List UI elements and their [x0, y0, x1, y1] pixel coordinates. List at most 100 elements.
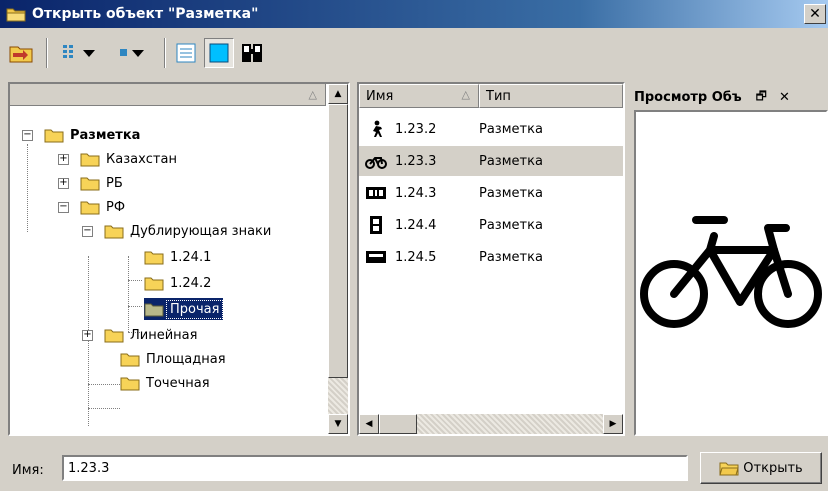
tree-item-kazakhstan[interactable]: Казахстан: [80, 148, 177, 170]
list-item-name: 1.24.3: [395, 185, 437, 201]
sign-1-24-3-icon: [366, 187, 386, 199]
restore-icon[interactable]: 🗗: [756, 87, 767, 108]
folder-icon: [144, 277, 164, 291]
name-label: Имя:: [12, 463, 44, 478]
expand-toggle[interactable]: +: [58, 154, 69, 165]
scroll-left-button[interactable]: ◀: [359, 414, 379, 434]
collapse-toggle[interactable]: −: [82, 226, 93, 237]
list-item[interactable]: 1.23.2 Разметка: [359, 114, 623, 144]
tree-item-1-24-1[interactable]: 1.24.1: [144, 246, 211, 268]
tree-header[interactable]: △: [10, 84, 326, 106]
list-view-button[interactable]: [172, 38, 200, 68]
tree-connector: [128, 256, 129, 332]
list-item[interactable]: 1.24.3 Разметка: [359, 178, 623, 208]
list-item-type: Разметка: [479, 185, 543, 201]
tree-item-label: Разметка: [70, 127, 141, 143]
folder-tree[interactable]: △ ▲ ▼ − Разметка + Казахстан + РБ − РФ −…: [8, 82, 350, 436]
close-button[interactable]: ✕: [804, 4, 826, 24]
tree-item-rb[interactable]: РБ: [80, 172, 123, 194]
folder-icon: [120, 353, 140, 367]
scroll-up-button[interactable]: ▲: [328, 84, 348, 104]
list-item-type: Разметка: [479, 217, 543, 233]
tree-connector: [88, 256, 89, 426]
tree-item-lineynaya[interactable]: Линейная: [104, 324, 197, 346]
open-button-label: Открыть: [743, 460, 803, 476]
tree-item-label: Казахстан: [106, 151, 177, 167]
tree-item-label: 1.24.2: [170, 275, 212, 291]
preview-toggle-button[interactable]: [204, 38, 234, 68]
tree-item-dubliruyuschaya[interactable]: Дублирующая знаки: [104, 220, 271, 242]
folder-icon: [80, 153, 100, 167]
title-bar: Открыть объект "Разметка" ✕: [0, 0, 828, 28]
collapse-toggle[interactable]: −: [22, 130, 33, 141]
collapse-toggle[interactable]: −: [58, 202, 69, 213]
column-header-label: Имя: [366, 88, 394, 104]
small-icon-icon: [120, 49, 127, 56]
preview-title: Просмотр Объ: [634, 89, 742, 105]
tree-item-tochechnaya[interactable]: Точечная: [120, 372, 210, 394]
preview-pane: [634, 110, 828, 436]
folder-icon: [6, 6, 26, 22]
close-icon[interactable]: ✕: [779, 90, 790, 105]
expand-toggle[interactable]: +: [58, 178, 69, 189]
column-header-name[interactable]: Имя △: [359, 84, 479, 108]
folder-icon: [104, 329, 124, 343]
window-title: Открыть объект "Разметка": [32, 6, 259, 22]
tree-connector: [27, 144, 28, 232]
tree-item-label: Точечная: [146, 375, 210, 391]
up-folder-button[interactable]: [6, 38, 36, 68]
tree-vertical-scrollbar[interactable]: ▲ ▼: [328, 84, 348, 434]
preview-pane-icon: [209, 43, 229, 63]
tree-item-1-24-2[interactable]: 1.24.2: [144, 272, 211, 294]
expand-toggle[interactable]: +: [82, 330, 93, 341]
name-field[interactable]: [62, 455, 688, 481]
list-item[interactable]: 1.24.5 Разметка: [359, 242, 623, 272]
toolbar-separator: [46, 38, 48, 68]
column-header-label: Тип: [486, 88, 511, 104]
tree-item-label: РФ: [106, 199, 126, 215]
list-item-type: Разметка: [479, 121, 543, 137]
tree-item-razmetka[interactable]: Разметка: [44, 124, 140, 146]
toolbar: [0, 30, 828, 76]
open-button[interactable]: Открыть: [700, 452, 822, 484]
view-mode-button[interactable]: [54, 38, 104, 68]
tree-item-ploschadnaya[interactable]: Площадная: [120, 348, 226, 370]
tree-item-label: Площадная: [146, 351, 226, 367]
icon-size-button[interactable]: [108, 38, 154, 68]
scroll-down-button[interactable]: ▼: [328, 414, 348, 434]
column-header-type[interactable]: Тип: [479, 84, 623, 108]
folder-icon: [80, 201, 100, 215]
scroll-thumb[interactable]: [379, 414, 417, 434]
scroll-right-button[interactable]: ▶: [603, 414, 623, 434]
list-item-type: Разметка: [479, 249, 543, 265]
object-list[interactable]: Имя △ Тип 1.23.2 Разметка 1.23.3 Разметк…: [357, 82, 625, 436]
arrow-down-icon: ▼: [334, 419, 342, 429]
list-item-name: 1.24.5: [395, 249, 437, 265]
list-item-name: 1.23.2: [395, 121, 437, 137]
find-button[interactable]: [238, 38, 266, 68]
text-list-icon: [176, 43, 196, 63]
folder-icon: [144, 251, 164, 265]
sign-1-24-5-icon: [366, 251, 386, 263]
list-header: Имя △ Тип: [359, 84, 623, 108]
folder-icon: [44, 129, 64, 143]
bicycle-icon: [365, 157, 387, 169]
folder-icon: [120, 377, 140, 391]
chevron-down-icon: [132, 50, 144, 57]
list-item[interactable]: 1.24.4 Разметка: [359, 210, 623, 240]
chevron-down-icon: [83, 50, 95, 57]
tree-connector: [128, 280, 142, 281]
toolbar-separator: [164, 38, 166, 68]
tree-item-label: Линейная: [130, 327, 198, 343]
binoculars-icon: [242, 44, 262, 62]
tree-item-rf[interactable]: РФ: [80, 196, 125, 218]
tree-item-label: Прочая: [166, 299, 224, 319]
arrow-up-icon: ▲: [334, 89, 342, 99]
list-horizontal-scrollbar[interactable]: ◀ ▶: [359, 414, 623, 434]
folder-icon: [80, 177, 100, 191]
details-view-icon: [63, 45, 73, 58]
list-item[interactable]: 1.23.3 Разметка: [359, 146, 623, 176]
tree-item-prochaya[interactable]: Прочая: [144, 298, 224, 320]
scroll-thumb[interactable]: [328, 104, 348, 378]
close-icon: ✕: [809, 6, 821, 22]
